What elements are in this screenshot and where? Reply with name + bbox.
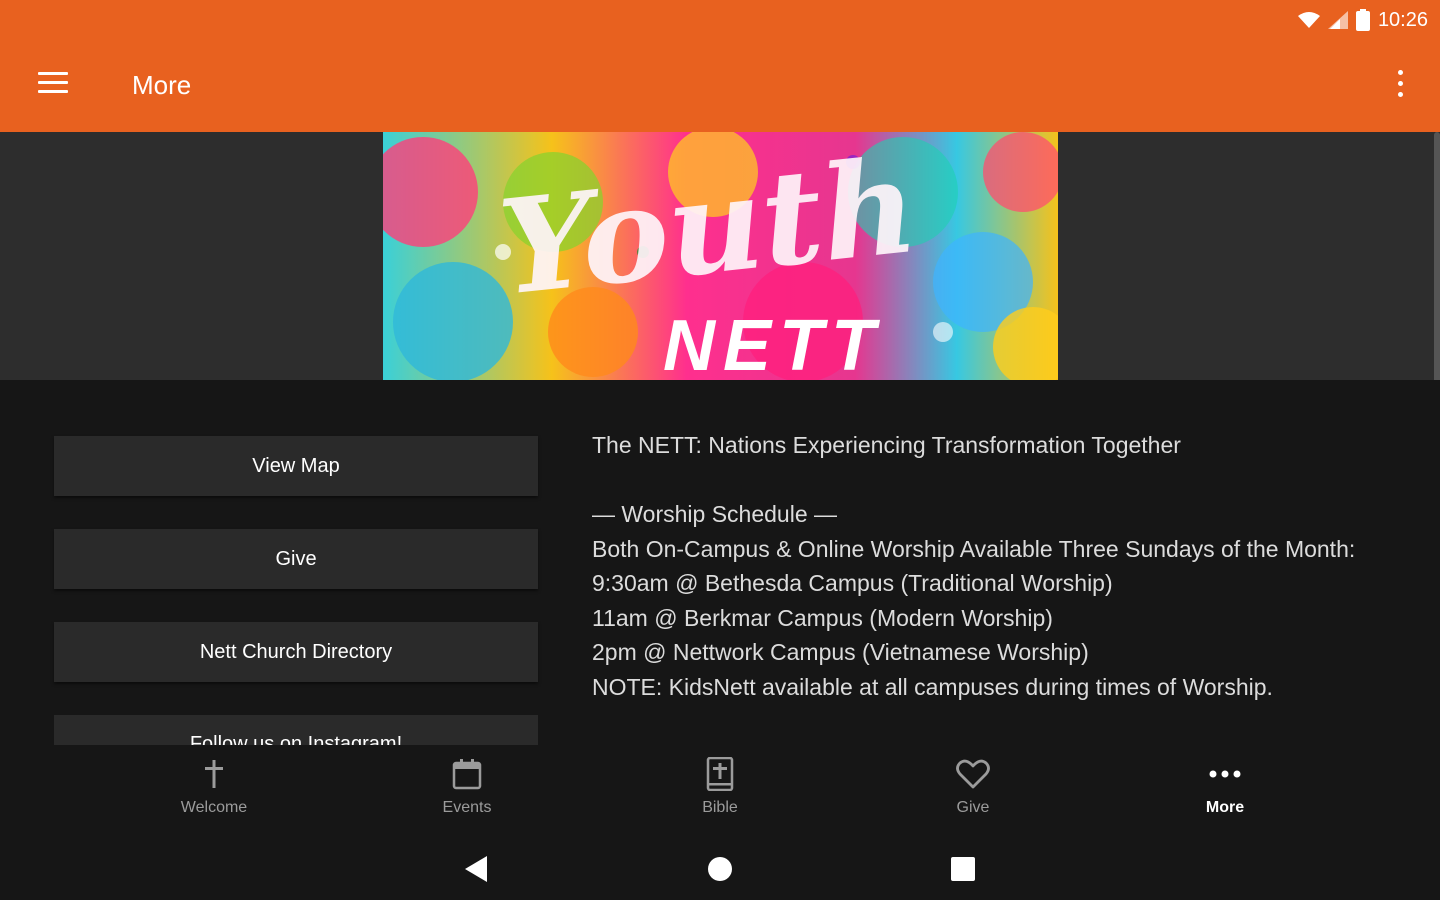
nav-item-bible[interactable]: Bible — [640, 755, 800, 825]
status-time: 10:26 — [1377, 8, 1428, 31]
description-line: — Worship Schedule — — [592, 501, 838, 527]
page-title: More — [132, 70, 192, 100]
description-spacer — [592, 463, 1412, 498]
description-text: The NETT: Nations Experiencing Transform… — [592, 428, 1412, 704]
bottom-navigation: Welcome Events Bible Give More — [0, 745, 1440, 835]
nav-label-events: Events — [442, 799, 492, 816]
give-button[interactable]: Give — [54, 529, 538, 589]
description-line: NOTE: KidsNett available at all campuses… — [592, 673, 1273, 700]
content-area: View Map Give Nett Church Directory Foll… — [0, 380, 1440, 745]
app-bar: More — [0, 40, 1440, 132]
paint-splash-graphic: Youth NETT — [383, 132, 1058, 380]
cross-icon — [205, 760, 223, 788]
banner-area: Youth NETT — [0, 132, 1440, 380]
menu-icon[interactable] — [38, 72, 70, 96]
recents-icon[interactable] — [943, 849, 983, 889]
instagram-button[interactable]: Follow us on Instagram! — [54, 715, 538, 745]
overflow-menu-icon[interactable] — [1390, 68, 1410, 102]
description-line: 2pm @ Nettwork Campus (Vietnamese Worshi… — [592, 639, 1089, 665]
bible-icon — [706, 757, 734, 791]
status-bar: 10:26 — [0, 0, 1440, 40]
nav-label-welcome: Welcome — [180, 799, 248, 816]
nav-label-bible: Bible — [702, 799, 738, 816]
description-line: The NETT: Nations Experiencing Transform… — [592, 432, 1181, 458]
nav-item-welcome[interactable]: Welcome — [134, 755, 294, 825]
status-icons: 10:26 — [1297, 6, 1428, 34]
nav-item-more[interactable]: More — [1145, 755, 1305, 825]
description-line: Both On-Campus & Online Worship Availabl… — [592, 535, 1356, 562]
system-navigation-bar — [0, 835, 1440, 900]
home-icon[interactable] — [700, 849, 740, 889]
signal-icon — [1327, 11, 1348, 29]
back-icon[interactable] — [456, 849, 496, 889]
nav-item-events[interactable]: Events — [387, 755, 547, 825]
more-dots-icon — [1209, 770, 1241, 778]
instagram-button-clip: Follow us on Instagram! — [54, 715, 538, 745]
calendar-icon — [452, 759, 482, 790]
battery-icon — [1355, 9, 1370, 31]
nav-label-more: More — [1205, 799, 1245, 816]
nav-item-give[interactable]: Give — [893, 755, 1053, 825]
nav-label-give: Give — [956, 799, 990, 816]
description-line: 9:30am @ Bethesda Campus (Traditional Wo… — [592, 570, 1113, 596]
youth-nett-banner-image: Youth NETT — [383, 132, 1058, 380]
view-map-button[interactable]: View Map — [54, 436, 538, 496]
heart-icon — [956, 759, 990, 789]
description-line: 11am @ Berkmar Campus (Modern Worship) — [592, 604, 1053, 631]
banner-subtitle: NETT — [663, 306, 883, 380]
church-directory-button[interactable]: Nett Church Directory — [54, 622, 538, 682]
wifi-icon — [1297, 12, 1320, 28]
